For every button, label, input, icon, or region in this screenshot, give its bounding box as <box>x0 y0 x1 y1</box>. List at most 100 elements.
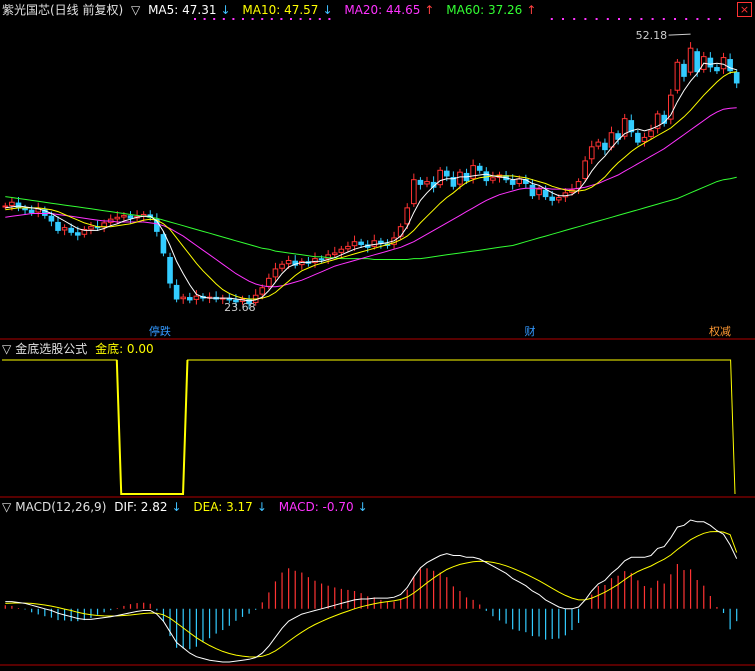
macd-legend: ▽ MACD(12,26,9) DIF: 2.82 ↓ DEA: 3.17 ↓ MAC… <box>2 499 376 515</box>
marker-dot <box>309 18 312 20</box>
candle <box>259 287 266 295</box>
marker-dot <box>550 18 553 20</box>
candle <box>555 197 562 201</box>
marker-dot <box>270 18 273 20</box>
marker-dot <box>242 18 244 20</box>
ma5-label: MA5: 47.31 ↓ <box>148 3 231 17</box>
candle <box>536 188 542 196</box>
candle <box>562 192 569 198</box>
candle <box>2 205 9 208</box>
price-legend: 紫光国芯(日线 前复权) ▽ MA5: 47.31 ↓ MA10: 47.57 ↓ … <box>2 2 544 18</box>
triangle-icon[interactable]: ▽ <box>2 500 11 514</box>
macd-name[interactable]: MACD(12,26,9) <box>15 500 106 514</box>
macd-value-label: MACD: -0.70 ↓ <box>278 500 368 514</box>
marker-dot <box>696 18 699 20</box>
candle <box>88 226 94 230</box>
candle <box>266 277 272 287</box>
marker-dot <box>584 18 587 20</box>
candle <box>318 258 325 261</box>
candle <box>417 179 424 185</box>
candle <box>490 177 496 181</box>
candle <box>542 189 549 198</box>
candle <box>714 67 720 72</box>
candle <box>55 221 61 231</box>
candle <box>635 132 641 143</box>
marker-dot <box>290 18 292 20</box>
candle <box>509 179 516 185</box>
marker-dot <box>222 18 225 20</box>
event-label: 停跌 <box>149 324 171 338</box>
candle <box>74 232 81 236</box>
candle <box>595 141 602 147</box>
candle <box>167 256 173 284</box>
marker-dot <box>718 18 721 20</box>
candle <box>127 215 134 219</box>
candle <box>371 240 378 247</box>
candle <box>694 51 700 73</box>
marker-dot <box>618 18 620 20</box>
candle <box>549 196 556 201</box>
candle <box>582 160 588 179</box>
marker-dot <box>640 18 643 20</box>
ma10-line <box>5 71 737 300</box>
candle <box>61 227 68 231</box>
stock-title[interactable]: 紫光国芯(日线 前复权) <box>2 3 123 17</box>
candle <box>529 184 536 197</box>
marker-dot <box>685 18 688 20</box>
close-icon[interactable]: × <box>737 2 752 17</box>
candle <box>443 170 450 177</box>
candle <box>674 61 681 91</box>
high-leader <box>668 33 691 36</box>
candle <box>733 72 740 84</box>
dea-line <box>5 530 738 658</box>
candle <box>22 207 28 211</box>
candle <box>424 181 430 185</box>
jindi-value-label: 金底: 0.00 <box>95 342 154 356</box>
candle <box>602 142 608 151</box>
dif-line <box>5 519 738 663</box>
candle <box>345 245 351 250</box>
candle <box>186 297 193 301</box>
candle <box>331 252 338 256</box>
ma20-label: MA20: 44.65 ↑ <box>344 3 435 17</box>
candle <box>114 216 121 220</box>
candle <box>707 57 714 68</box>
candle <box>727 59 733 72</box>
marker-dot <box>595 18 598 20</box>
ma5-line <box>5 62 737 302</box>
marker-dot <box>232 18 235 20</box>
marker-dot <box>606 18 609 20</box>
candle <box>338 248 345 253</box>
candle <box>687 47 694 73</box>
marker-dot <box>318 18 321 20</box>
marker-dot <box>261 18 264 20</box>
marker-dot <box>674 18 676 20</box>
chart-canvas: 52.18 23.68 停跌 财 权减 <box>0 18 755 666</box>
marker-dot <box>662 18 665 20</box>
marker-dot <box>299 18 302 20</box>
candle <box>48 215 55 222</box>
event-label: 权减 <box>709 325 731 338</box>
candle <box>411 179 417 205</box>
candle <box>608 132 615 148</box>
candle <box>681 63 687 77</box>
indicator-name[interactable]: 金底选股公式 <box>15 342 87 356</box>
triangle-icon[interactable]: ▽ <box>131 3 140 17</box>
candle <box>160 234 167 254</box>
candle <box>648 130 654 137</box>
marker-dot <box>194 18 196 20</box>
macd-panel[interactable] <box>4 519 738 663</box>
triangle-icon[interactable]: ▽ <box>2 342 11 356</box>
marker-dot <box>651 18 654 20</box>
high-annotation: 52.18 <box>636 29 668 42</box>
candle <box>404 207 411 225</box>
candle <box>68 227 74 233</box>
price-panel[interactable]: 52.18 23.68 停跌 财 权减 <box>2 18 740 338</box>
candle <box>720 57 727 70</box>
jindi-drop <box>115 359 189 495</box>
indicator-panel[interactable] <box>2 359 736 495</box>
marker-dot <box>328 18 331 20</box>
candle <box>9 201 15 206</box>
candle <box>358 241 364 246</box>
ma60-label: MA60: 37.26 ↑ <box>446 3 537 17</box>
